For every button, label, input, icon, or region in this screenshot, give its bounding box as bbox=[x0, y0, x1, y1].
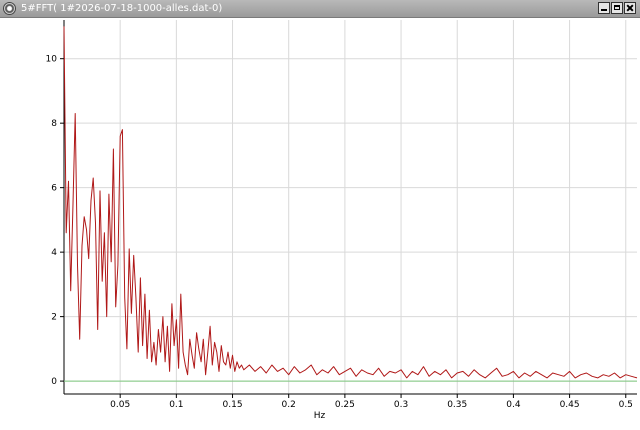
x-tick-label: 0.5 bbox=[619, 400, 633, 410]
app-icon[interactable] bbox=[3, 2, 16, 15]
grid bbox=[64, 20, 637, 394]
close-button[interactable] bbox=[624, 2, 636, 14]
x-tick-label: 0.15 bbox=[223, 400, 243, 410]
x-axis-label: Hz bbox=[314, 411, 326, 421]
plot-area[interactable]: 0.05 0.1 0.15 0.2 0.25 0.3 0.35 0.4 0.45 0.5 0 2 4 6 8… bbox=[0, 18, 640, 426]
x-tick-label: 0.2 bbox=[282, 400, 296, 410]
title-bar[interactable]: 5#FFT( 1#2026-07-18-1000-alles.dat-0) bbox=[0, 0, 640, 18]
x-tick-label: 0.45 bbox=[560, 400, 580, 410]
y-tick-label: 10 bbox=[46, 55, 58, 65]
x-tick-label: 0.25 bbox=[335, 400, 355, 410]
y-tick-label: 0 bbox=[51, 377, 57, 387]
maximize-button[interactable] bbox=[611, 2, 623, 14]
y-tick-label: 6 bbox=[51, 184, 57, 194]
x-tick-label: 0.3 bbox=[394, 400, 408, 410]
x-tick-label: 0.4 bbox=[506, 400, 521, 410]
x-tick-label: 0.05 bbox=[110, 400, 130, 410]
y-tick-label: 2 bbox=[51, 313, 57, 323]
y-tick-label: 8 bbox=[51, 119, 57, 129]
series-line bbox=[63, 26, 638, 379]
y-tick-label: 4 bbox=[51, 248, 57, 258]
window-title: 5#FFT( 1#2026-07-18-1000-alles.dat-0) bbox=[21, 3, 223, 14]
fft-window: 5#FFT( 1#2026-07-18-1000-alles.dat-0) 0.… bbox=[0, 0, 640, 426]
x-tick-label: 0.1 bbox=[169, 400, 183, 410]
fft-chart[interactable]: 0.05 0.1 0.15 0.2 0.25 0.3 0.35 0.4 0.45 0.5 0 2 4 6 8… bbox=[0, 18, 640, 426]
minimize-button[interactable] bbox=[598, 2, 610, 14]
x-tick-label: 0.35 bbox=[447, 400, 467, 410]
tick-labels: 0.05 0.1 0.15 0.2 0.25 0.3 0.35 0.4 0.45 0.5 0 2 4 6 8… bbox=[46, 55, 633, 410]
